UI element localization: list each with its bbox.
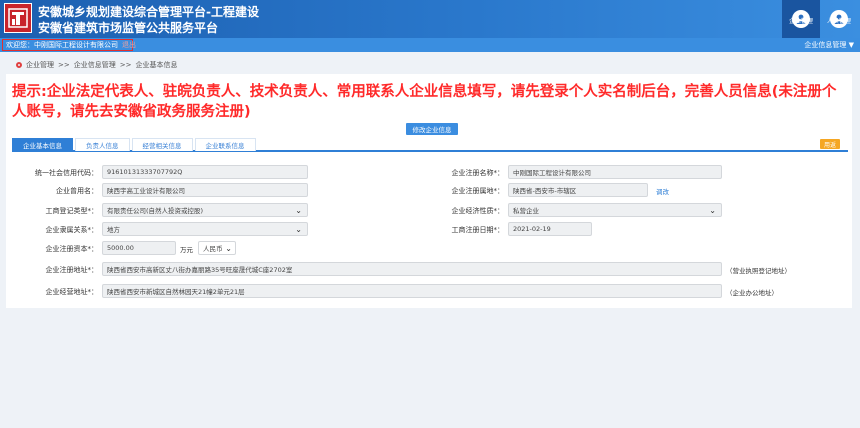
logout-link[interactable]: 退出 [122,40,136,50]
currency-select[interactable]: 人民币 ⌄ [198,241,236,255]
currency-value: 人民币 [203,245,223,253]
breadcrumb-item[interactable]: 企业管理 [26,60,54,70]
breadcrumb-separator: >> [119,61,132,69]
chevron-down-icon: ⌄ [225,244,232,253]
logo-emblem-icon [8,8,28,28]
biz-type-label: 工商登记类型*： [45,207,99,215]
platform-title-line1: 安徽城乡规划建设综合管理平台-工程建设 [38,5,259,19]
used-name-field[interactable]: 陕西宇高工业设计有限公司 [102,183,308,197]
affiliation-label: 企业隶属关系*： [45,226,99,234]
econ-nature-label: 企业经济性质*： [451,207,505,215]
credit-code-field[interactable]: 91610131333707792Q [102,165,308,179]
op-address-label: 企业经营地址*： [45,288,99,296]
platform-title-line2: 安徽省建筑市场监管公共服务平台 [38,21,219,35]
tab-basic-info[interactable]: 企业基本信息 [12,138,73,151]
breadcrumb-separator: >> [58,61,70,69]
breadcrumb-location-icon [16,62,22,68]
biz-type-value: 有限责任公司(自然人投资或控股) [107,207,204,215]
change-place-link[interactable]: 调改 [656,186,669,196]
reg-place-field[interactable]: 陕西省-西安市-市辖区 [508,183,648,197]
breadcrumb: 企业管理 >> 企业信息管理 >> 企业基本信息 [16,60,177,70]
econ-nature-value: 私营企业 [513,207,539,215]
return-button[interactable]: 用返 [820,139,840,149]
credit-code-label: 统一社会信用代码： [35,169,98,177]
reg-name-label: 企业注册名称*： [451,169,505,177]
enterprise-management-button[interactable]: 企业管理 [782,0,820,38]
enterprise-info-menu[interactable]: 企业信息管理 ▼ [804,40,854,50]
biz-type-select[interactable]: 有限责任公司(自然人投资或控股) ⌄ [102,203,308,217]
chevron-down-icon: ⌄ [709,206,716,215]
econ-nature-select[interactable]: 私营企业 ⌄ [508,203,722,217]
app-header: 安徽城乡规划建设综合管理平台-工程建设 安徽省建筑市场监管公共服务平台 企业管理… [0,0,860,38]
capital-unit: 万元 [180,246,193,254]
affiliation-select[interactable]: 地方 ⌄ [102,222,308,236]
breadcrumb-item[interactable]: 企业信息管理 [74,60,116,70]
reg-date-field[interactable]: 2021-02-19 [508,222,592,236]
reg-name-field[interactable]: 中刚国际工程设计有限公司 [508,165,722,179]
welcome-user-box: 欢迎您：中刚国际工程设计有限公司 退出 [2,39,136,51]
tab-responsible-person[interactable]: 负责人信息 [75,138,130,151]
reg-address-note: （营业执照登记地址） [726,267,791,275]
capital-label: 企业注册资本*： [45,245,99,253]
op-address-field[interactable]: 陕西省西安市新城区自然林园天21幢2单元21层 [102,284,722,298]
breadcrumb-item-current: 企业基本信息 [135,61,178,69]
affiliation-value: 地方 [107,226,120,234]
welcome-text: 欢迎您：中刚国际工程设计有限公司 [6,41,118,49]
reg-address-label: 企业注册地址*： [45,266,99,274]
capital-field[interactable]: 5000.00 [102,241,176,255]
platform-logo [4,3,32,33]
tab-business-info[interactable]: 经营相关信息 [131,138,193,151]
tab-contact-info[interactable]: 企业联系信息 [194,138,256,151]
chevron-down-icon: ⌄ [295,225,302,234]
chevron-down-icon: ⌄ [295,206,302,215]
modify-enterprise-info-button[interactable]: 修改企业信息 [406,123,458,135]
welcome-bar: 欢迎您：中刚国际工程设计有限公司 退出 企业信息管理 ▼ [0,38,860,52]
notice-text: 提示:企业法定代表人、驻皖负责人、技术负责人、常用联系人企业信息填写，请先登录个… [12,84,837,120]
used-name-label: 企业曾用名： [56,187,98,195]
reg-address-field[interactable]: 陕西省西安市高新区丈八街办嘉丽路35号旺座晟代城C座2702室 [102,262,722,276]
reg-place-label: 企业注册属地*： [451,187,505,195]
op-address-note: （企业办公地址） [726,289,778,297]
reg-date-label: 工商注册日期*： [451,226,505,234]
info-tabs: 企业基本信息 负责人信息 经营相关信息 企业联系信息 用返 [12,138,848,152]
personnel-management-button[interactable]: 人员管理 [820,0,858,38]
